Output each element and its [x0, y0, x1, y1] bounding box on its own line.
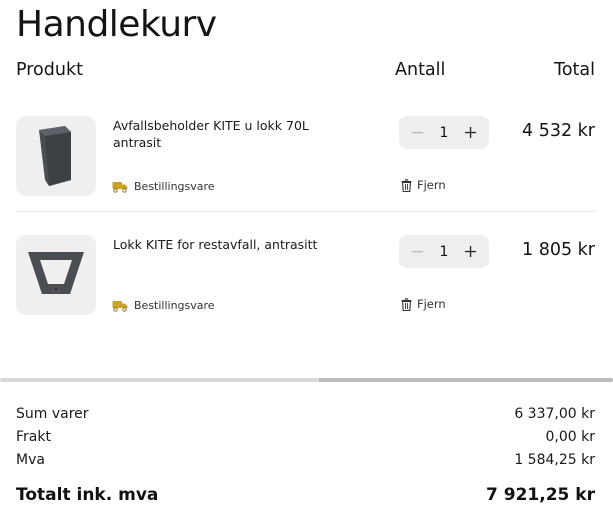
- product-image[interactable]: [16, 235, 96, 315]
- subtotal-value: 6 337,00 kr: [514, 406, 595, 422]
- shipping-value: 0,00 kr: [545, 429, 596, 445]
- line-total: 4 532 kr: [522, 121, 595, 141]
- trash-icon: [401, 297, 412, 311]
- subtotal-label: Sum varer: [16, 406, 89, 422]
- plus-icon: [465, 246, 477, 257]
- badge-label: Bestillingsvare: [134, 180, 215, 193]
- product-name[interactable]: Avfallsbeholder KITE u lokk 70L antrasit: [113, 117, 353, 151]
- cart-item: Avfallsbeholder KITE u lokk 70L antrasit…: [0, 101, 613, 219]
- scroll-indicator[interactable]: [0, 378, 613, 382]
- remove-button[interactable]: Fjern: [401, 297, 446, 311]
- minus-icon: [411, 132, 423, 134]
- summary-subtotal: Sum varer 6 337,00 kr: [16, 406, 595, 422]
- badge-label: Bestillingsvare: [134, 299, 215, 312]
- summary-shipping: Frakt 0,00 kr: [16, 429, 595, 445]
- line-total: 1 805 kr: [522, 240, 595, 260]
- decrease-button[interactable]: [409, 244, 425, 260]
- increase-button[interactable]: [463, 244, 479, 260]
- minus-icon: [411, 251, 423, 253]
- trash-icon: [401, 178, 412, 192]
- remove-label: Fjern: [417, 178, 446, 192]
- remove-button[interactable]: Fjern: [401, 178, 446, 192]
- cart-item: Lokk KITE for restavfall, antrasitt Best…: [0, 220, 613, 338]
- summary-vat: Mva 1 584,25 kr: [16, 452, 595, 468]
- column-header-product: Produkt: [16, 60, 83, 80]
- decrease-button[interactable]: [409, 125, 425, 141]
- quantity-stepper: 1: [399, 235, 489, 268]
- item-divider: [16, 211, 597, 212]
- remove-label: Fjern: [417, 297, 446, 311]
- availability-badge: Bestillingsvare: [112, 299, 215, 312]
- truck-icon: [112, 300, 128, 312]
- increase-button[interactable]: [463, 125, 479, 141]
- availability-badge: Bestillingsvare: [112, 180, 215, 193]
- vat-label: Mva: [16, 452, 45, 468]
- page-title: Handlekurv: [16, 4, 217, 45]
- waste-bin-icon: [39, 126, 71, 186]
- summary-total: Totalt ink. mva 7 921,25 kr: [16, 485, 595, 505]
- column-header-total: Total: [554, 60, 595, 80]
- product-name[interactable]: Lokk KITE for restavfall, antrasitt: [113, 236, 353, 253]
- truck-icon: [112, 181, 128, 193]
- bin-lid-icon: [28, 252, 84, 294]
- column-header-quantity: Antall: [395, 60, 446, 80]
- product-image[interactable]: [16, 116, 96, 196]
- shipping-label: Frakt: [16, 429, 51, 445]
- quantity-value: 1: [439, 243, 449, 260]
- plus-icon: [465, 127, 477, 138]
- quantity-value: 1: [439, 124, 449, 141]
- total-label: Totalt ink. mva: [16, 485, 159, 505]
- quantity-stepper: 1: [399, 116, 489, 149]
- vat-value: 1 584,25 kr: [514, 452, 595, 468]
- total-value: 7 921,25 kr: [486, 485, 595, 505]
